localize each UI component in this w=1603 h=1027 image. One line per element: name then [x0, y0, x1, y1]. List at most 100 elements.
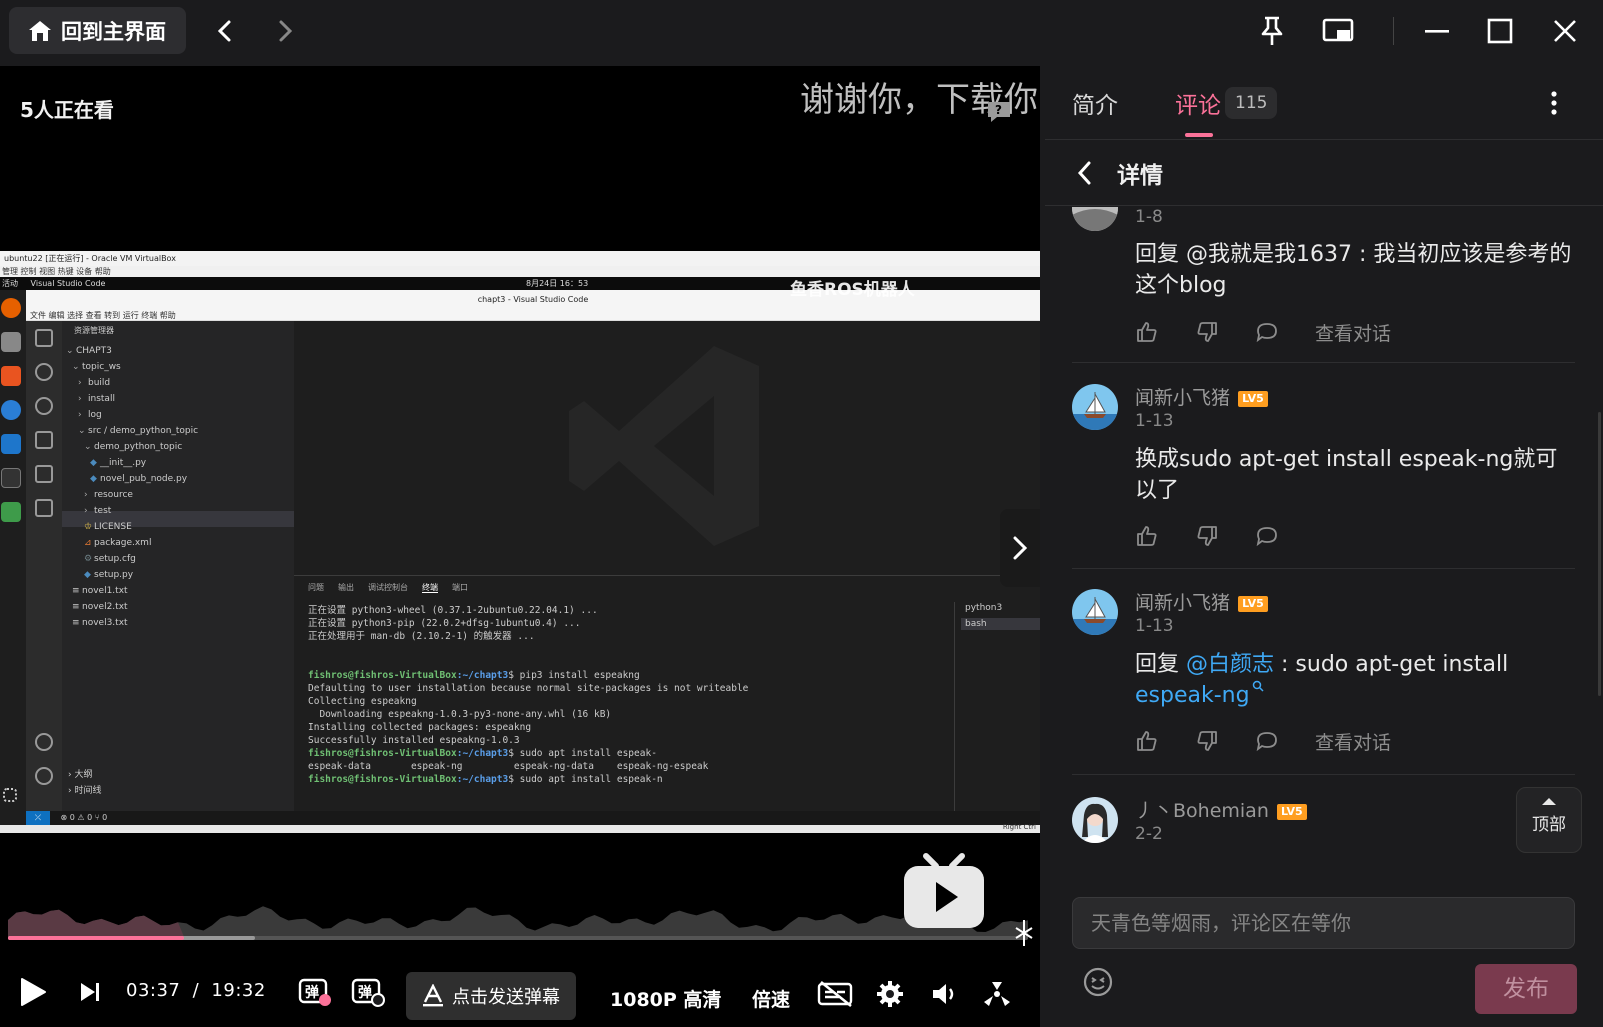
danmaku-toggle-icon[interactable]: 弹 — [298, 976, 332, 1008]
username-text: 闻新小飞猪 — [1135, 592, 1231, 614]
avatar[interactable] — [1072, 797, 1118, 843]
tree-item: ◆ setup.py — [84, 567, 133, 583]
terminal-icon — [1, 468, 21, 488]
volume-icon[interactable] — [930, 980, 958, 1008]
progress-thumb-icon[interactable] — [1012, 918, 1036, 948]
reply-body: : sudo apt-get install — [1274, 652, 1509, 677]
prompt-user: fishros@fishros-VirtualBox — [308, 774, 457, 785]
reply-icon[interactable] — [1255, 729, 1279, 753]
publish-button[interactable]: 发布 — [1475, 964, 1577, 1014]
next-video-button[interactable] — [1000, 509, 1040, 587]
vm-host-key: Right Ctrl — [1002, 823, 1036, 831]
chevron-down-icon: ⌄ — [72, 362, 80, 372]
avatar[interactable] — [1072, 207, 1118, 231]
reply-icon[interactable] — [1255, 524, 1279, 548]
back-to-top-button[interactable]: 顶部 — [1516, 787, 1582, 853]
heat-waveform — [8, 906, 1028, 938]
like-icon[interactable] — [1135, 320, 1159, 344]
timeline-section: › 时间线 — [68, 786, 102, 796]
tree-item-label: novel1.txt — [82, 586, 128, 596]
close-icon[interactable] — [1545, 13, 1585, 49]
tree-item: ⌄ topic_ws — [72, 359, 121, 375]
terminal-line: 正在处理用于 man-db (2.10.2-1) 的触发器 ... — [308, 631, 535, 642]
avatar[interactable] — [1072, 384, 1118, 430]
like-icon[interactable] — [1135, 729, 1159, 753]
like-icon[interactable] — [1135, 524, 1159, 548]
comment-date: 1-13 — [1135, 411, 1174, 431]
chevron-right-icon: › — [78, 410, 82, 420]
mention-link[interactable]: @白颜志 — [1186, 652, 1274, 677]
dislike-icon[interactable] — [1195, 320, 1219, 344]
chevron-right-icon: › — [78, 394, 82, 404]
comment-username[interactable]: 丿丶Bohemian LV5 — [1135, 796, 1307, 823]
more-options-icon[interactable] — [1550, 90, 1558, 120]
vm-status-bar: Right Ctrl — [0, 823, 1040, 833]
send-danmaku-button[interactable]: 点击发送弹幕 — [406, 972, 576, 1020]
chevron-down-icon: ⌄ — [84, 442, 92, 452]
testing-icon — [35, 499, 53, 517]
dislike-icon[interactable] — [1195, 524, 1219, 548]
tree-item: ≡ novel2.txt — [72, 599, 128, 615]
view-conversation-link[interactable]: 查看对话 — [1315, 319, 1391, 346]
home-button[interactable]: 回到主界面 — [9, 7, 186, 54]
tree-item-label: novel3.txt — [82, 618, 128, 628]
vscode-editor — [294, 321, 1040, 575]
vscode-menu: 文件 编辑 选择 查看 转到 运行 终端 帮助 — [26, 310, 1040, 321]
forward-arrow-icon[interactable] — [270, 14, 300, 48]
comment-date: 2-2 — [1135, 824, 1163, 844]
tab-comments[interactable]: 评论 — [1175, 86, 1221, 120]
avatar[interactable] — [1072, 589, 1118, 635]
chevron-right-icon — [1013, 536, 1028, 560]
comment-username[interactable]: 闻新小飞猪 LV5 — [1135, 383, 1269, 410]
back-icon[interactable] — [1075, 160, 1093, 190]
dislike-icon[interactable] — [1195, 729, 1219, 753]
prompt-path: :~/chapt3 — [456, 774, 509, 785]
settings-gear-icon[interactable] — [876, 980, 904, 1008]
comment-divider — [1072, 362, 1575, 363]
quality-selector[interactable]: 1080P 高清 — [610, 985, 721, 1012]
play-icon[interactable] — [18, 976, 48, 1008]
minimize-icon[interactable] — [1417, 13, 1457, 49]
vscode-status-bar: ⤫ ⊗ 0 ⚠ 0 ⑂ 0 — [26, 811, 1040, 825]
explorer-icon — [35, 329, 53, 347]
viewer-count: 5人正在看 — [20, 98, 114, 122]
current-time: 03:37 — [126, 980, 181, 1001]
tree-item: ⌄ src / demo_python_topic — [78, 423, 198, 439]
comment-scrollbar[interactable] — [1598, 412, 1601, 696]
maximize-icon[interactable] — [1480, 13, 1520, 49]
danmaku-settings-icon[interactable]: 弹 — [351, 976, 385, 1008]
reply-icon[interactable] — [1255, 320, 1279, 344]
emoji-icon[interactable] — [1082, 966, 1114, 1002]
back-arrow-icon[interactable] — [210, 14, 240, 48]
fullscreen-web-icon[interactable] — [982, 980, 1012, 1008]
next-episode-icon[interactable] — [78, 980, 102, 1004]
search-keyword-link[interactable]: espeak-ng — [1135, 683, 1250, 708]
terminal-line: espeak-data espeak-ng espeak-ng-data esp… — [308, 761, 709, 772]
back-to-top-label: 顶部 — [1532, 815, 1566, 835]
subtitle-off-icon[interactable] — [817, 980, 855, 1008]
comment-date: 1-13 — [1135, 616, 1174, 636]
tree-item-label: novel_pub_node.py — [100, 474, 188, 484]
outline-label: 大纲 — [74, 770, 93, 780]
tree-item: ◆ __init__.py — [90, 455, 146, 471]
pin-icon[interactable] — [1252, 13, 1292, 49]
vm-window-title: ubuntu22 [正在运行] - Oracle VM VirtualBox — [0, 251, 1040, 266]
vscode-watermark-icon — [569, 346, 759, 546]
mini-window-icon[interactable] — [1318, 13, 1358, 49]
panel-tab: 问题 — [308, 583, 324, 592]
speed-selector[interactable]: 倍速 — [752, 985, 790, 1012]
level-badge: LV5 — [1238, 390, 1269, 407]
comment-username[interactable]: 闻新小飞猪 LV5 — [1135, 588, 1269, 615]
svg-text:?: ? — [995, 103, 1002, 117]
progress-played — [8, 936, 185, 940]
comment-input[interactable]: 天青色等烟雨，评论区在等你 — [1072, 897, 1575, 949]
tab-intro[interactable]: 简介 — [1072, 86, 1118, 120]
view-conversation-link[interactable]: 查看对话 — [1315, 728, 1391, 755]
username-text: 闻新小飞猪 — [1135, 387, 1231, 409]
chevron-right-icon: › — [84, 506, 88, 516]
comment-actions — [1135, 522, 1315, 550]
prompt-command: $ sudo apt install espeak- — [508, 748, 657, 759]
danmaku-report-icon[interactable]: ? — [985, 99, 1013, 129]
vscode-activity-bar — [26, 321, 62, 811]
progress-bar[interactable] — [8, 936, 1028, 940]
